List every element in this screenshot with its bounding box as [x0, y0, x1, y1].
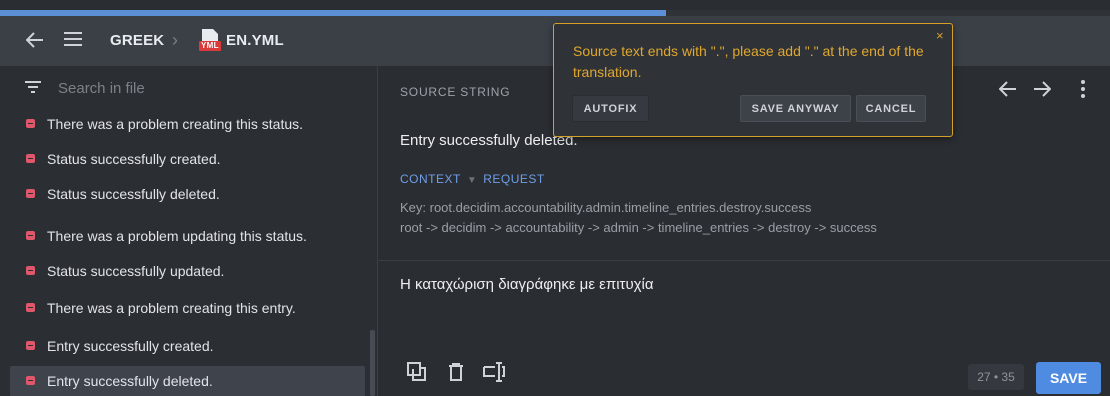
sidebar-scrollbar[interactable] [370, 330, 375, 396]
list-item[interactable]: Entry successfully created. [10, 331, 365, 362]
list-item-label: Status successfully updated. [47, 263, 225, 279]
string-list-sidebar: There was a problem creating this status… [0, 66, 378, 396]
file-badge-text: YML [201, 41, 219, 50]
status-dot [26, 266, 35, 275]
chevron-right-icon: › [172, 30, 178, 50]
list-item[interactable]: Status successfully updated. [10, 256, 365, 287]
request-tab[interactable]: REQUEST [483, 172, 545, 186]
list-item-label: Entry successfully created. [47, 338, 214, 354]
status-dot [26, 376, 35, 385]
more-options-icon[interactable] [1080, 80, 1086, 104]
list-item[interactable]: There was a problem updating this status… [10, 221, 365, 252]
back-arrow-icon[interactable] [25, 31, 44, 53]
list-item-label: Entry successfully deleted. [47, 373, 213, 389]
copy-source-icon[interactable] [407, 362, 429, 384]
context-key: Key: root.decidim.accountability.admin.t… [400, 200, 812, 215]
next-string-arrow-icon[interactable] [1033, 80, 1052, 103]
text-field-icon[interactable] [483, 362, 505, 384]
status-dot [26, 231, 35, 240]
list-item-selected[interactable]: Entry successfully deleted. [10, 366, 365, 396]
delete-icon[interactable] [447, 362, 469, 384]
status-dot [26, 189, 35, 198]
list-item-label: There was a problem creating this status… [47, 116, 304, 132]
save-button[interactable]: SAVE [1036, 362, 1101, 394]
warning-message: Source text ends with ".", please add ".… [573, 43, 924, 80]
divider [379, 260, 1110, 261]
context-tabs: CONTEXT ▼ REQUEST [400, 172, 545, 186]
save-anyway-button[interactable]: SAVE ANYWAY [740, 95, 851, 122]
character-counter: 27 • 35 [968, 364, 1024, 390]
list-item-label: Status successfully created. [47, 151, 221, 167]
filter-icon[interactable] [25, 80, 41, 99]
menu-icon[interactable] [64, 31, 82, 51]
list-item-label: Status successfully deleted. [47, 186, 220, 202]
breadcrumb-project[interactable]: GREEK [110, 32, 164, 49]
dropdown-caret-icon[interactable]: ▼ [467, 175, 477, 186]
list-item[interactable]: There was a problem creating this entry. [10, 293, 365, 324]
context-tab[interactable]: CONTEXT [400, 172, 461, 186]
qa-warning-popup: Source text ends with ".", please add ".… [553, 23, 953, 137]
cancel-button[interactable]: CANCEL [856, 95, 926, 122]
yml-file-icon: YML [199, 28, 221, 52]
breadcrumb-file[interactable]: EN.YML [226, 32, 284, 49]
previous-string-arrow-icon[interactable] [998, 80, 1017, 103]
search-input[interactable] [58, 76, 358, 100]
list-item-label: There was a problem updating this status… [47, 228, 307, 244]
close-icon[interactable]: × [936, 28, 944, 43]
search-row [0, 66, 377, 110]
context-path: root -> decidim -> accountability -> adm… [400, 220, 877, 235]
list-item[interactable]: Status successfully deleted. [10, 179, 365, 210]
autofix-button[interactable]: AUTOFIX [572, 95, 649, 122]
source-string-text: Entry successfully deleted. [400, 132, 578, 149]
status-dot [26, 341, 35, 350]
status-dot [26, 303, 35, 312]
translation-text[interactable]: Η καταχώριση διαγράφηκε με επιτυχία [400, 276, 654, 293]
list-item[interactable]: Status successfully created. [10, 144, 365, 175]
list-item[interactable]: There was a problem creating this status… [10, 109, 365, 140]
source-string-heading: SOURCE STRING [400, 85, 511, 99]
list-item-label: There was a problem creating this entry. [47, 300, 296, 316]
status-dot [26, 119, 35, 128]
status-dot [26, 154, 35, 163]
